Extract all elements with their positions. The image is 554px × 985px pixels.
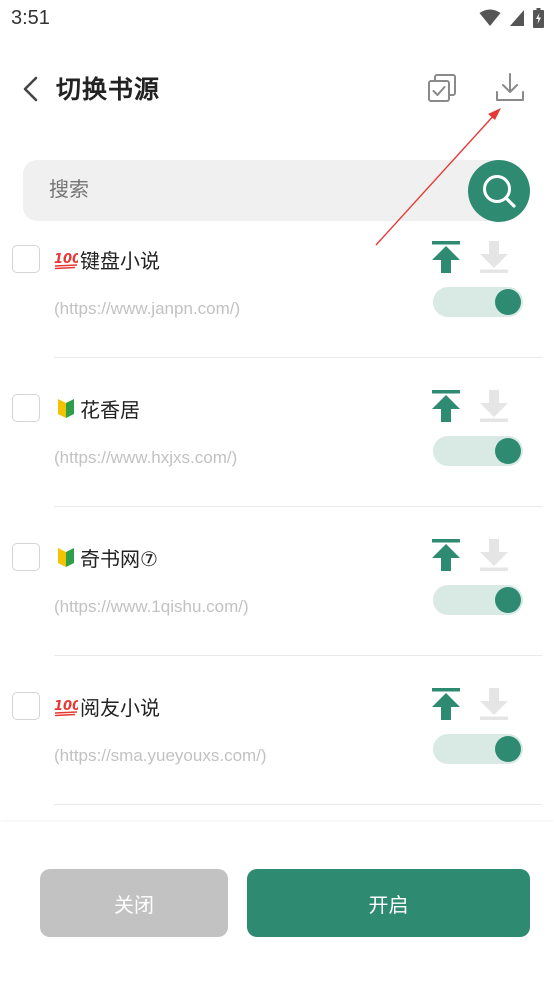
source-url: (https://www.hxjxs.com/): [54, 448, 238, 467]
source-checkbox[interactable]: [12, 543, 40, 571]
check-copy-icon: [428, 74, 456, 102]
arrow-to-top-icon: [432, 390, 460, 422]
arrow-to-top-icon: [432, 539, 460, 571]
source-row[interactable]: 100 键盘小说 (https://www.janpn.com/): [0, 236, 554, 385]
arrow-to-bottom-icon: [480, 241, 508, 273]
chevron-left-icon: [23, 76, 38, 102]
source-url: (https://www.janpn.com/): [54, 299, 241, 318]
wifi-icon: [479, 9, 501, 26]
hundred-points-icon: 100: [54, 699, 78, 717]
divider: [54, 804, 542, 805]
arrow-to-bottom-icon: [480, 390, 508, 422]
source-row[interactable]: 花香居 (https://www.hxjxs.com/): [0, 385, 554, 534]
hundred-points-icon: 100: [54, 252, 78, 270]
download-icon: [496, 73, 524, 101]
move-bottom-button[interactable]: [478, 389, 510, 423]
arrow-to-top-icon: [432, 688, 460, 720]
search-button[interactable]: [468, 160, 530, 222]
pin-top-button[interactable]: [430, 240, 462, 274]
bottom-action-bar: 关闭 开启: [0, 822, 554, 985]
divider: [54, 357, 542, 358]
enable-toggle[interactable]: [433, 287, 523, 317]
arrow-to-bottom-icon: [480, 688, 508, 720]
pin-top-button[interactable]: [430, 389, 462, 423]
search-input[interactable]: [49, 177, 429, 201]
source-url: (https://sma.yueyouxs.com/): [54, 746, 267, 765]
source-checkbox[interactable]: [12, 394, 40, 422]
source-name: 花香居: [80, 398, 140, 422]
open-button[interactable]: 开启: [247, 869, 530, 937]
enable-toggle[interactable]: [433, 734, 523, 764]
enable-toggle[interactable]: [433, 436, 523, 466]
switch-source-screen: 3:51 切换书源 搜索 10 键盘小说 (https://www.janpn.…: [0, 0, 554, 985]
source-row[interactable]: 100 阅友小说 (https://sma.yueyouxs.com/): [0, 683, 554, 832]
close-button[interactable]: 关闭: [40, 869, 228, 937]
status-time: 3:51: [11, 7, 50, 29]
beginner-symbol-icon: [58, 399, 74, 418]
source-checkbox[interactable]: [12, 245, 40, 273]
source-name: 阅友小说: [80, 696, 160, 720]
pin-top-button[interactable]: [430, 538, 462, 572]
toggle-knob: [495, 736, 521, 762]
page-title: 切换书源: [56, 75, 161, 104]
source-checkbox[interactable]: [12, 692, 40, 720]
source-name: 奇书网⑦: [80, 547, 158, 571]
status-bar: 3:51: [0, 0, 554, 38]
import-button[interactable]: [492, 70, 528, 106]
move-bottom-button[interactable]: [478, 240, 510, 274]
search-icon: [483, 175, 516, 208]
move-bottom-button[interactable]: [478, 687, 510, 721]
move-bottom-button[interactable]: [478, 538, 510, 572]
toggle-knob: [495, 587, 521, 613]
pin-top-button[interactable]: [430, 687, 462, 721]
toggle-knob: [495, 438, 521, 464]
arrow-to-bottom-icon: [480, 539, 508, 571]
search-box: [23, 160, 513, 221]
divider: [54, 655, 542, 656]
beginner-symbol-icon: [58, 548, 74, 567]
cellular-signal-icon: [510, 10, 524, 26]
enable-toggle[interactable]: [433, 585, 523, 615]
arrow-to-top-icon: [432, 241, 460, 273]
select-all-button[interactable]: [424, 70, 460, 106]
divider: [54, 506, 542, 507]
toggle-knob: [495, 289, 521, 315]
toolbar: 切换书源: [0, 52, 554, 124]
source-url: (https://www.1qishu.com/): [54, 597, 249, 616]
status-icons: [479, 7, 544, 29]
source-row[interactable]: 奇书网⑦ (https://www.1qishu.com/): [0, 534, 554, 683]
back-button[interactable]: [14, 72, 48, 106]
source-name: 键盘小说: [80, 249, 160, 273]
battery-icon: [533, 8, 544, 28]
